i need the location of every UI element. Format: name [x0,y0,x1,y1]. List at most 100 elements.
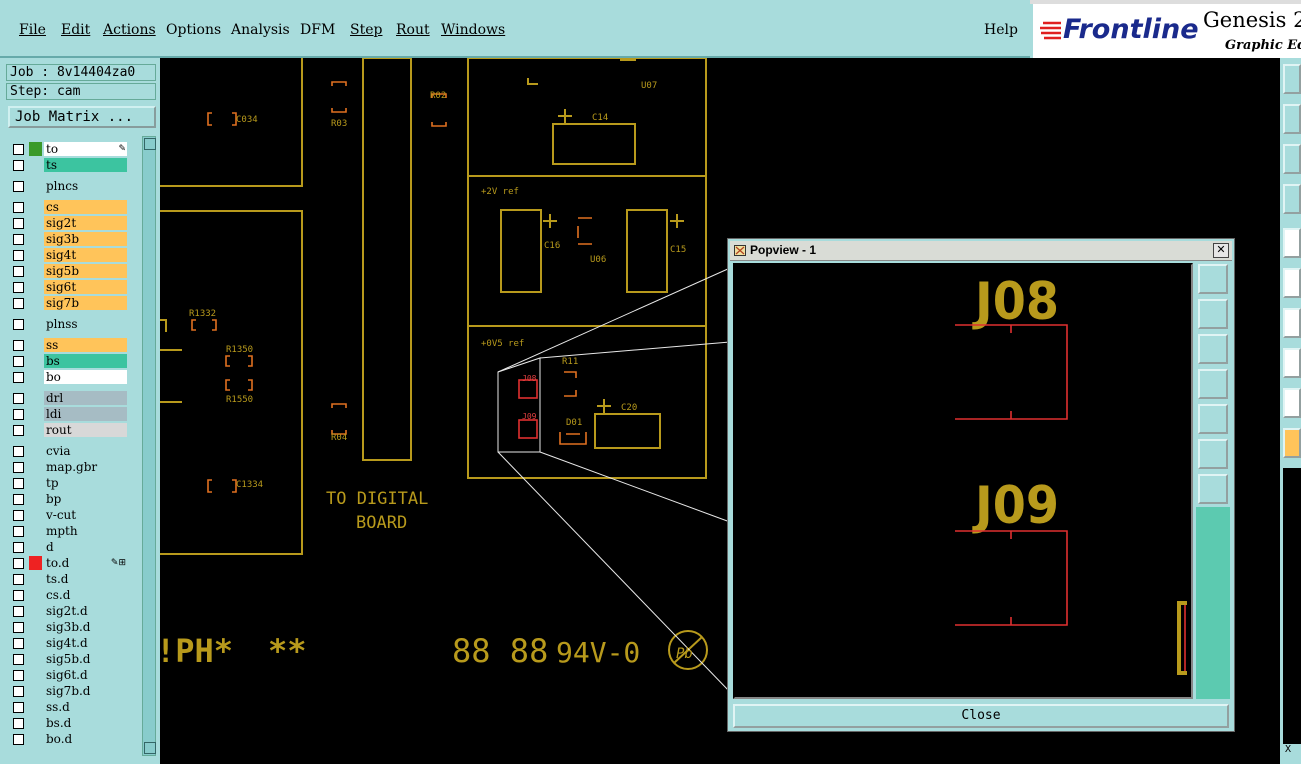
layer-name[interactable]: drl [44,391,127,405]
layer-name[interactable]: sig5b.d [44,652,127,666]
layer-name[interactable]: ss [44,338,127,352]
tool-button[interactable] [1283,308,1301,338]
popview-tool-button[interactable] [1198,299,1228,329]
layer-row[interactable]: ss.d [8,700,130,714]
layer-name[interactable]: sig2t [44,216,127,230]
menu-help[interactable]: Help [984,22,1018,38]
layer-row[interactable]: map.gbr [8,460,130,474]
layer-checkbox[interactable] [13,718,24,729]
layer-name[interactable]: d [44,540,127,554]
popview-canvas[interactable]: J08 J09 [733,263,1193,699]
scroll-up-arrow-icon[interactable] [144,138,156,150]
layer-name[interactable]: sig2t.d [44,604,127,618]
layer-checkbox[interactable] [13,558,24,569]
layer-row[interactable]: plnss [8,317,130,331]
tool-button[interactable] [1283,64,1301,94]
layer-name[interactable]: sig3b [44,232,127,246]
layer-color-indicator[interactable] [29,370,42,384]
layer-row[interactable]: cvia [8,444,130,458]
layer-name[interactable]: sig7b.d [44,684,127,698]
tool-button[interactable] [1283,428,1301,458]
menu-options[interactable]: Options [166,22,221,38]
popview-tool-button[interactable] [1198,369,1228,399]
tool-button[interactable] [1283,388,1301,418]
layer-name[interactable]: bo [44,370,127,384]
layer-row[interactable]: v-cut [8,508,130,522]
layer-row[interactable]: to.d ✎⊞ [8,556,130,570]
layer-row[interactable]: sig5b.d [8,652,130,666]
menu-dfm[interactable]: DFM [300,22,335,38]
layer-color-indicator[interactable] [29,620,42,634]
layer-checkbox[interactable] [13,250,24,261]
layer-color-indicator[interactable] [29,444,42,458]
layer-checkbox[interactable] [13,542,24,553]
layer-row[interactable]: ldi [8,407,130,421]
layer-color-indicator[interactable] [29,588,42,602]
layer-checkbox[interactable] [13,734,24,745]
tool-button[interactable] [1283,348,1301,378]
layer-color-indicator[interactable] [29,668,42,682]
layer-color-indicator[interactable] [29,264,42,278]
layer-name[interactable]: ss.d [44,700,127,714]
tool-button[interactable] [1283,228,1301,258]
layer-color-indicator[interactable] [29,179,42,193]
layer-color-indicator[interactable] [29,636,42,650]
layer-name[interactable]: to [44,142,127,156]
menu-edit[interactable]: Edit [61,22,90,38]
layer-row[interactable]: sig7b.d [8,684,130,698]
layer-row[interactable]: sig6t.d [8,668,130,682]
layer-name[interactable]: sig6t [44,280,127,294]
layer-color-indicator[interactable] [29,391,42,405]
layer-checkbox[interactable] [13,218,24,229]
layer-name[interactable]: ts [44,158,127,172]
layer-name[interactable]: ldi [44,407,127,421]
layer-checkbox[interactable] [13,622,24,633]
layer-name[interactable]: plncs [44,179,127,193]
layer-name[interactable]: cs [44,200,127,214]
menu-analysis[interactable]: Analysis [231,22,290,38]
popview-tool-button[interactable] [1198,334,1228,364]
layer-name[interactable]: bp [44,492,127,506]
layer-checkbox[interactable] [13,494,24,505]
layer-checkbox[interactable] [13,340,24,351]
layer-row[interactable]: drl [8,391,130,405]
layer-color-indicator[interactable] [29,572,42,586]
layer-checkbox[interactable] [13,356,24,367]
popview-tool-button[interactable] [1198,404,1228,434]
job-matrix-button[interactable]: Job Matrix ... [8,106,156,128]
tool-button[interactable] [1283,268,1301,298]
layer-checkbox[interactable] [13,462,24,473]
layer-color-indicator[interactable] [29,296,42,310]
layer-row[interactable]: rout [8,423,130,437]
layer-color-indicator[interactable] [29,317,42,331]
layer-color-indicator[interactable] [29,354,42,368]
layer-row[interactable]: bo.d [8,732,130,746]
layer-row[interactable]: mpth [8,524,130,538]
layer-color-indicator[interactable] [29,732,42,746]
layer-checkbox[interactable] [13,606,24,617]
layer-name[interactable]: sig6t.d [44,668,127,682]
layer-checkbox[interactable] [13,202,24,213]
layer-row[interactable]: ss [8,338,130,352]
popview-tool-button[interactable] [1198,474,1228,504]
layer-name[interactable]: tp [44,476,127,490]
layer-name[interactable]: mpth [44,524,127,538]
layer-checkbox[interactable] [13,446,24,457]
layer-color-indicator[interactable] [29,216,42,230]
layer-row[interactable]: plncs [8,179,130,193]
menu-file[interactable]: File [19,22,46,38]
layer-name[interactable]: ts.d [44,572,127,586]
layer-row[interactable]: sig7b [8,296,130,310]
layer-checkbox[interactable] [13,702,24,713]
layer-color-indicator[interactable] [29,508,42,522]
layer-row[interactable]: d [8,540,130,554]
layer-row[interactable]: sig4t.d [8,636,130,650]
layer-color-indicator[interactable] [29,280,42,294]
layer-row[interactable]: to ✎ [8,142,130,156]
layer-checkbox[interactable] [13,298,24,309]
layer-row[interactable]: sig5b [8,264,130,278]
layer-color-indicator[interactable] [29,338,42,352]
layer-color-indicator[interactable] [29,556,42,570]
layer-row[interactable]: bs.d [8,716,130,730]
layer-checkbox[interactable] [13,282,24,293]
